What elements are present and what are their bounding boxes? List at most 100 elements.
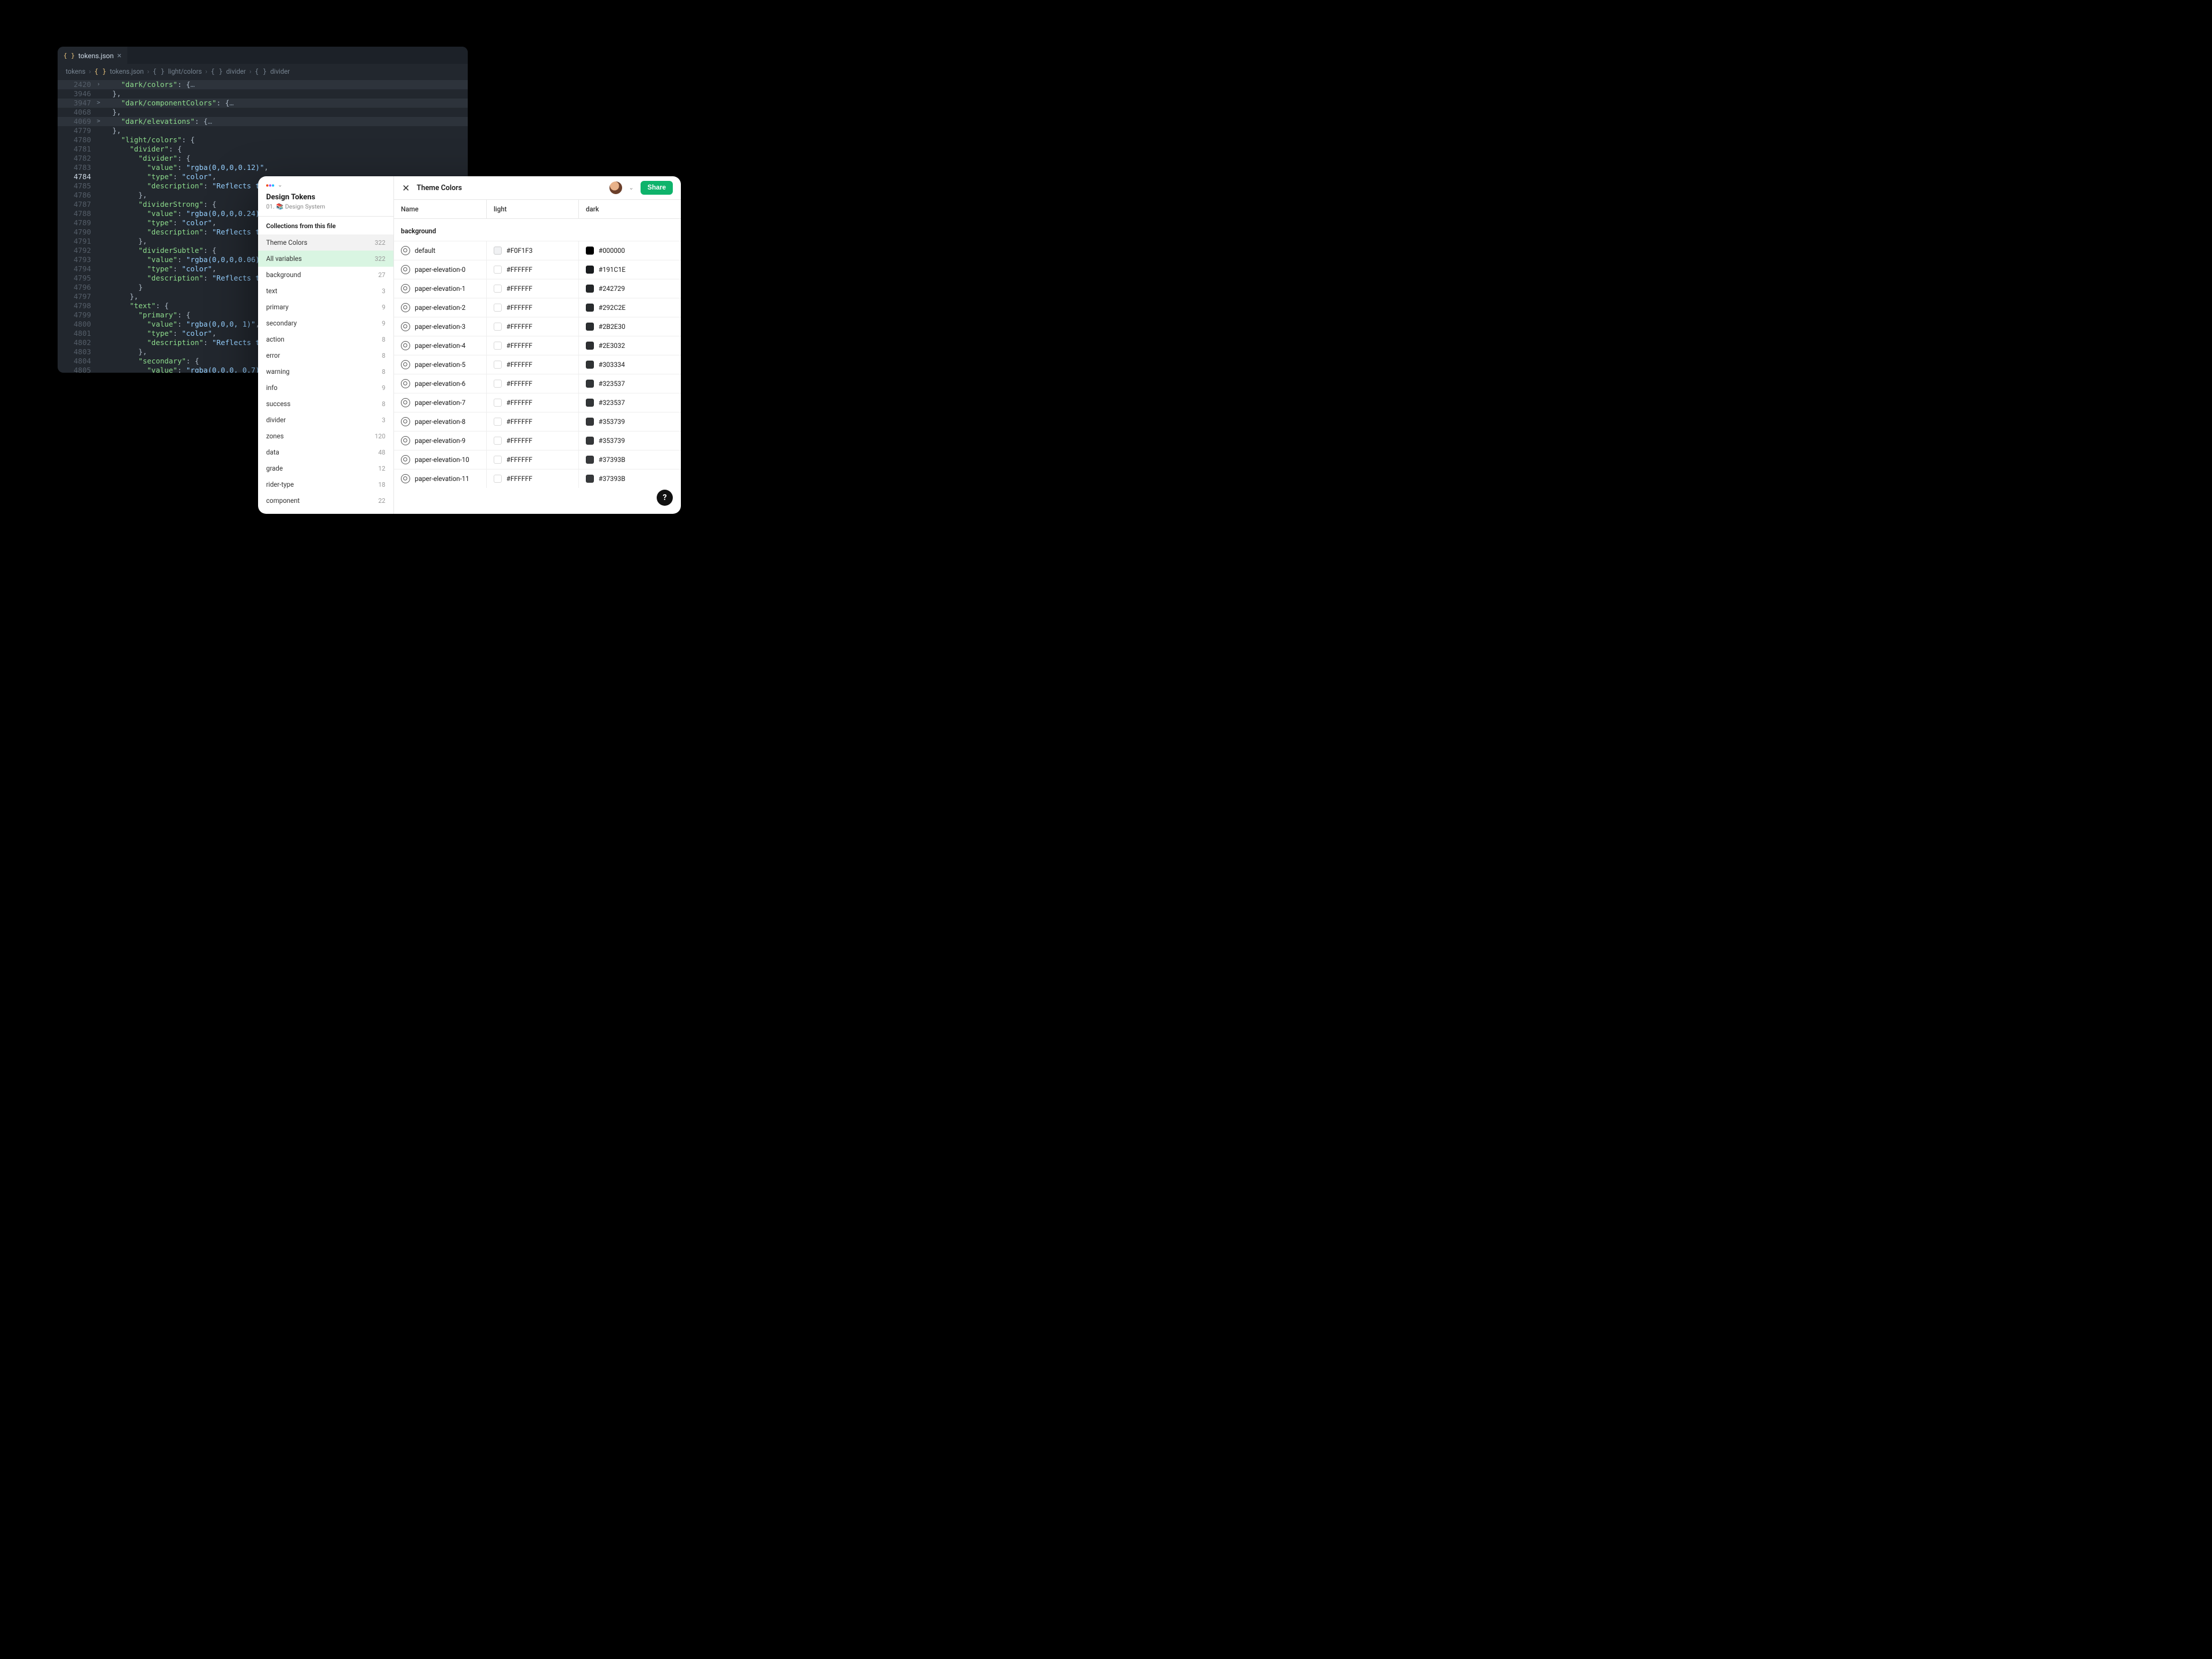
color-swatch[interactable] (586, 247, 594, 255)
color-hex-light[interactable]: #FFFFFF (506, 342, 532, 350)
color-hex-dark[interactable]: #292C2E (599, 304, 626, 312)
color-swatch[interactable] (586, 418, 594, 426)
color-hex-dark[interactable]: #000000 (599, 247, 625, 255)
color-swatch[interactable] (494, 342, 502, 350)
color-hex-light[interactable]: #FFFFFF (506, 437, 532, 445)
color-hex-dark[interactable]: #191C1E (599, 266, 626, 274)
variable-row[interactable]: paper-elevation-1#FFFFFF#242729 (394, 279, 681, 298)
variable-row[interactable]: paper-elevation-11#FFFFFF#37393B (394, 469, 681, 488)
variable-row[interactable]: paper-elevation-10#FFFFFF#37393B (394, 450, 681, 469)
color-swatch[interactable] (586, 475, 594, 483)
collection-item[interactable]: error8 (258, 347, 393, 363)
variable-row[interactable]: paper-elevation-6#FFFFFF#323537 (394, 374, 681, 393)
collection-item[interactable]: background27 (258, 267, 393, 283)
code-line[interactable]: 3946 }, (58, 89, 468, 99)
color-hex-light[interactable]: #FFFFFF (506, 399, 532, 407)
collection-item[interactable]: rider-type18 (258, 476, 393, 493)
variable-row[interactable]: paper-elevation-3#FFFFFF#2B2E30 (394, 317, 681, 336)
color-swatch[interactable] (586, 380, 594, 388)
variable-row[interactable]: paper-elevation-2#FFFFFF#292C2E (394, 298, 681, 317)
close-tab-icon[interactable]: × (117, 52, 121, 60)
variable-row[interactable]: paper-elevation-4#FFFFFF#2E3032 (394, 336, 681, 355)
color-hex-light[interactable]: #FFFFFF (506, 380, 532, 388)
collection-item[interactable]: text3 (258, 283, 393, 299)
variable-row[interactable]: paper-elevation-0#FFFFFF#191C1E (394, 260, 681, 279)
variable-row[interactable]: paper-elevation-8#FFFFFF#353739 (394, 412, 681, 431)
color-hex-dark[interactable]: #242729 (599, 285, 625, 293)
collection-item[interactable]: All variables322 (258, 251, 393, 267)
color-swatch[interactable] (586, 437, 594, 445)
panel-sidebar-header[interactable]: ⌄ (258, 176, 393, 193)
color-hex-dark[interactable]: #2B2E30 (599, 323, 626, 331)
color-swatch[interactable] (494, 418, 502, 426)
collection-item[interactable]: action8 (258, 331, 393, 347)
code-line[interactable]: 4783 "value": "rgba(0,0,0,0.12)", (58, 163, 468, 172)
collection-item[interactable]: Theme Colors322 (258, 234, 393, 251)
collection-item[interactable]: grade12 (258, 460, 393, 476)
color-hex-light[interactable]: #FFFFFF (506, 323, 532, 331)
color-swatch[interactable] (494, 361, 502, 369)
help-button[interactable]: ? (657, 490, 673, 506)
collection-item[interactable]: data48 (258, 444, 393, 460)
code-line[interactable]: 4068 }, (58, 108, 468, 117)
collection-item[interactable]: divider3 (258, 412, 393, 428)
variable-row[interactable]: paper-elevation-9#FFFFFF#353739 (394, 431, 681, 450)
editor-tab[interactable]: { } tokens.json × (58, 47, 127, 64)
variable-row[interactable]: paper-elevation-5#FFFFFF#303334 (394, 355, 681, 374)
collection-item[interactable]: success8 (258, 396, 393, 412)
color-swatch[interactable] (586, 304, 594, 312)
color-swatch[interactable] (586, 399, 594, 407)
collection-list[interactable]: Theme Colors322All variables322backgroun… (258, 234, 393, 514)
chevron-down-icon[interactable]: ⌄ (629, 185, 634, 191)
color-swatch[interactable] (586, 323, 594, 331)
color-swatch[interactable] (494, 380, 502, 388)
collection-item[interactable]: component22 (258, 493, 393, 509)
color-swatch[interactable] (494, 437, 502, 445)
fold-toggle-icon[interactable]: > (93, 99, 104, 108)
color-hex-light[interactable]: #FFFFFF (506, 266, 532, 274)
color-hex-light[interactable]: #FFFFFF (506, 304, 532, 312)
fold-toggle-icon[interactable]: > (93, 117, 104, 126)
collection-item[interactable]: inherit10 (258, 509, 393, 514)
color-hex-dark[interactable]: #353739 (599, 437, 625, 445)
collection-item[interactable]: warning8 (258, 363, 393, 380)
color-hex-light[interactable]: #F0F1F3 (506, 247, 533, 255)
close-icon[interactable]: ✕ (402, 183, 410, 194)
collection-item[interactable]: zones120 (258, 428, 393, 444)
color-hex-light[interactable]: #FFFFFF (506, 418, 532, 426)
code-line[interactable]: 4782 "divider": { (58, 154, 468, 163)
color-hex-light[interactable]: #FFFFFF (506, 456, 532, 464)
color-hex-dark[interactable]: #353739 (599, 418, 625, 426)
color-swatch[interactable] (494, 285, 502, 293)
color-swatch[interactable] (494, 475, 502, 483)
color-swatch[interactable] (586, 361, 594, 369)
color-hex-light[interactable]: #FFFFFF (506, 285, 532, 293)
color-hex-light[interactable]: #FFFFFF (506, 361, 532, 369)
color-swatch[interactable] (586, 266, 594, 274)
collection-item[interactable]: info9 (258, 380, 393, 396)
color-hex-dark[interactable]: #303334 (599, 361, 625, 369)
code-line[interactable]: 4069> "dark/elevations": {… (58, 117, 468, 126)
chevron-down-icon[interactable]: ⌄ (278, 182, 282, 188)
code-line[interactable]: 2420› "dark/colors": {… (58, 80, 468, 89)
share-button[interactable]: Share (641, 181, 673, 195)
color-hex-dark[interactable]: #323537 (599, 380, 625, 388)
color-hex-light[interactable]: #FFFFFF (506, 475, 532, 483)
variables-scroll[interactable]: background default#F0F1F3#000000paper-el… (394, 219, 681, 514)
user-avatar[interactable] (609, 181, 622, 194)
variable-row[interactable]: paper-elevation-7#FFFFFF#323537 (394, 393, 681, 412)
collection-item[interactable]: secondary9 (258, 315, 393, 331)
variable-row[interactable]: default#F0F1F3#000000 (394, 241, 681, 260)
color-swatch[interactable] (494, 304, 502, 312)
code-line[interactable]: 4781 "divider": { (58, 145, 468, 154)
code-line[interactable]: 4779 }, (58, 126, 468, 135)
collection-item[interactable]: primary9 (258, 299, 393, 315)
code-line[interactable]: 3947> "dark/componentColors": {… (58, 99, 468, 108)
color-swatch[interactable] (586, 342, 594, 350)
color-hex-dark[interactable]: #37393B (599, 475, 626, 483)
color-hex-dark[interactable]: #323537 (599, 399, 625, 407)
code-line[interactable]: 4780 "light/colors": { (58, 135, 468, 145)
color-hex-dark[interactable]: #37393B (599, 456, 626, 464)
color-swatch[interactable] (494, 266, 502, 274)
col-header-name[interactable]: Name (394, 200, 486, 218)
